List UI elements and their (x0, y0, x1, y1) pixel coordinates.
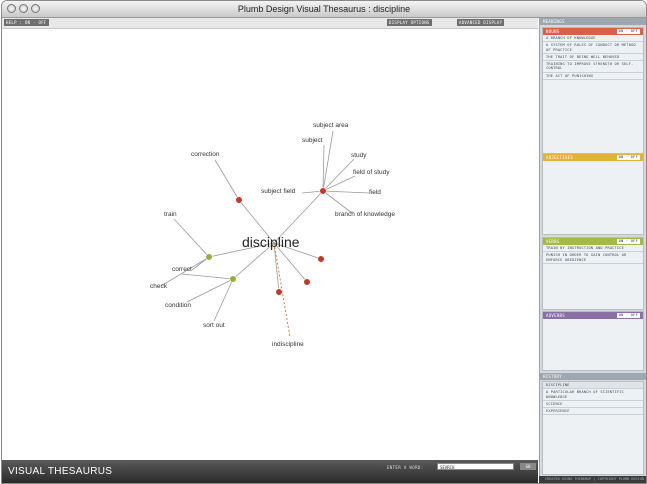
history-item[interactable]: SCIENCE (543, 401, 643, 409)
word-node[interactable]: correct (172, 266, 192, 273)
adverbs-panel: ADVERBS ON · OFF (542, 311, 644, 371)
link-line (214, 159, 240, 201)
window-title: Plumb Design Visual Thesaurus : discipli… (237, 4, 411, 14)
footer-bar: VISUAL THESAURUS ENTER A WORD: SEARCH GO (2, 460, 538, 483)
nouns-panel-header: NOUNS ON · OFF (543, 28, 643, 35)
nouns-panel: NOUNS ON · OFF A BRANCH OF KNOWLEDGE A S… (542, 27, 644, 155)
word-node[interactable]: subject field (261, 188, 295, 195)
history-item[interactable]: A PARTICULAR BRANCH OF SCIENTIFIC KNOWLE… (543, 389, 643, 401)
meaning-node[interactable] (317, 255, 325, 263)
word-node[interactable]: branch of knowledge (335, 211, 395, 218)
adverbs-toggle[interactable]: ON · OFF (616, 313, 640, 318)
link-line (186, 278, 234, 303)
meanings-header: MEANINGS (540, 18, 646, 25)
word-input[interactable]: SEARCH (437, 463, 514, 470)
app-window: Plumb Design Visual Thesaurus : discipli… (1, 0, 647, 484)
word-node[interactable]: correction (191, 151, 220, 158)
link-line (322, 190, 370, 194)
copyright-text: CREATED USING THINKMAP | COPYRIGHT PLUMB… (539, 476, 646, 483)
thesaurus-graph[interactable]: discipline subject area subject study fi… (2, 29, 538, 460)
definition-item[interactable]: TRAIN BY INSTRUCTION AND PRACTICE (543, 245, 643, 253)
word-node[interactable]: field (369, 189, 381, 196)
visual-thesaurus-logo: VISUAL THESAURUS (8, 466, 113, 477)
meaning-node[interactable] (319, 187, 327, 195)
history-item[interactable]: EXPERIENCE (543, 408, 643, 416)
advanced-display-button[interactable]: ADVANCED DISPLAY (457, 19, 505, 26)
adjectives-panel: ADJECTIVES ON · OFF (542, 153, 644, 235)
word-node[interactable]: subject (302, 137, 323, 144)
definition-item[interactable]: A BRANCH OF KNOWLEDGE (543, 35, 643, 43)
definition-item[interactable]: PUNISH IN ORDER TO GAIN CONTROL OR ENFOR… (543, 252, 643, 264)
link-line (173, 218, 210, 258)
word-node[interactable]: field of study (353, 169, 390, 176)
adjectives-label: ADJECTIVES (546, 155, 574, 160)
definition-item[interactable]: THE TRAIT OF BEING WELL BEHAVED (543, 54, 643, 62)
verbs-panel: VERBS ON · OFF TRAIN BY INSTRUCTION AND … (542, 237, 644, 310)
history-header: HISTORY (540, 373, 646, 380)
meaning-node[interactable] (229, 275, 237, 283)
word-node[interactable]: study (351, 152, 367, 159)
verbs-toggle[interactable]: ON · OFF (616, 239, 640, 244)
link-line (181, 273, 234, 280)
definition-item[interactable]: TRAINING TO IMPROVE STRENGTH OR SELF-CON… (543, 61, 643, 73)
nouns-toggle[interactable]: ON · OFF (616, 29, 640, 34)
title-bar: Plumb Design Visual Thesaurus : discipli… (2, 1, 646, 18)
sidebar: MEANINGS NOUNS ON · OFF A BRANCH OF KNOW… (539, 18, 646, 476)
adverbs-label: ADVERBS (546, 313, 565, 318)
definition-item[interactable]: A SYSTEM OF RULES OF CONDUCT OR METHOD O… (543, 42, 643, 54)
word-node[interactable]: train (164, 211, 177, 218)
nouns-label: NOUNS (546, 29, 560, 34)
link-line (322, 175, 356, 192)
center-word[interactable]: discipline (242, 234, 300, 250)
link-line (322, 190, 353, 214)
word-node[interactable]: sort out (203, 322, 225, 329)
word-node[interactable]: indiscipline (272, 341, 304, 348)
history-item[interactable]: DISCIPLINE (543, 382, 643, 390)
display-options-button[interactable]: DISPLAY OPTIONS (387, 19, 432, 26)
definition-item[interactable]: THE ACT OF PUNISHING (543, 73, 643, 81)
enter-word-label: ENTER A WORD: (387, 465, 424, 470)
toolbar: HELP : ON · OFF DISPLAY OPTIONS ADVANCED… (2, 18, 538, 29)
verbs-label: VERBS (546, 239, 560, 244)
go-button[interactable]: GO (520, 463, 536, 470)
meaning-node[interactable] (275, 288, 283, 296)
adjectives-toggle[interactable]: ON · OFF (616, 155, 640, 160)
word-node[interactable]: condition (165, 302, 191, 309)
help-toggle[interactable]: HELP : ON · OFF (4, 19, 49, 26)
meaning-node[interactable] (205, 253, 213, 261)
adverbs-panel-header: ADVERBS ON · OFF (543, 312, 643, 319)
history-panel: DISCIPLINE A PARTICULAR BRANCH OF SCIENT… (542, 381, 644, 475)
link-line (213, 278, 234, 322)
word-node[interactable]: subject area (313, 122, 348, 129)
adjectives-panel-header: ADJECTIVES ON · OFF (543, 154, 643, 161)
meaning-node[interactable] (303, 278, 311, 286)
word-node[interactable]: check (150, 283, 167, 290)
verbs-panel-header: VERBS ON · OFF (543, 238, 643, 245)
meaning-node[interactable] (235, 196, 243, 204)
